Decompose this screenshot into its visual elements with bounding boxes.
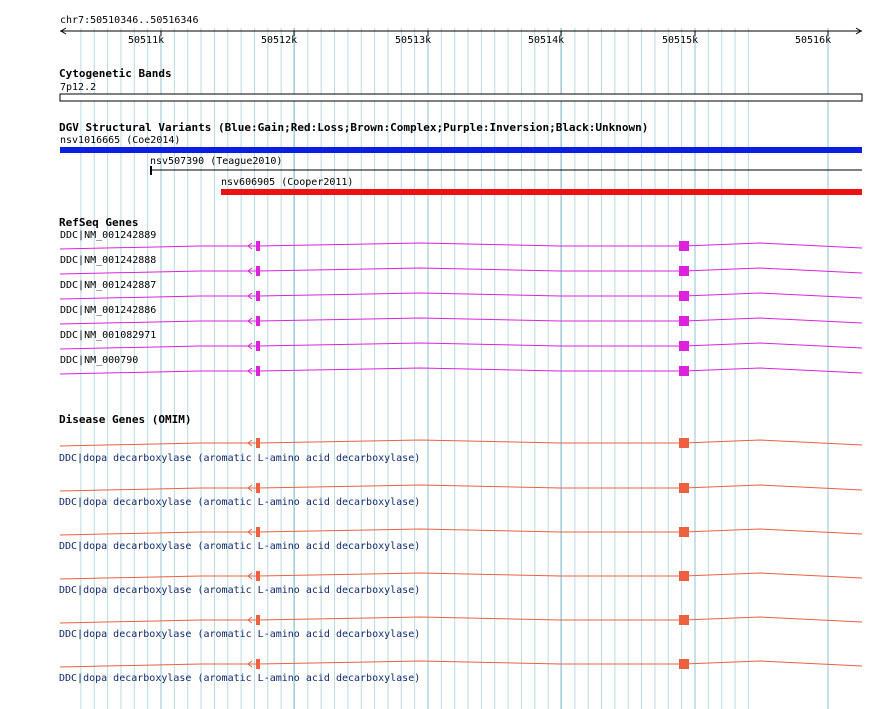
- refseq-track[interactable]: [59, 241, 863, 376]
- intron-line: [59, 572, 863, 580]
- tick-label: 50513k: [395, 35, 432, 46]
- disease-gene-label[interactable]: DDC|dopa decarboxylase (aromatic L-amino…: [59, 453, 420, 464]
- dgv-track-title: DGV Structural Variants (Blue:Gain;Red:L…: [59, 121, 649, 134]
- gene-label[interactable]: DDC|NM_001082971: [60, 330, 156, 341]
- disease-gene-label[interactable]: DDC|dopa decarboxylase (aromatic L-amino…: [59, 541, 420, 552]
- tick-label: 50514k: [528, 35, 565, 46]
- tick-label: 50511k: [128, 35, 165, 46]
- intron-line: [59, 242, 863, 250]
- cytoband-bar: [59, 93, 863, 102]
- cytoband-track-title: Cytogenetic Bands: [59, 67, 172, 80]
- omim-track-title: Disease Genes (OMIM): [59, 413, 192, 426]
- exon-block: [256, 527, 260, 537]
- disease-gene-label[interactable]: DDC|dopa decarboxylase (aromatic L-amino…: [59, 629, 420, 640]
- intron-line: [59, 267, 863, 275]
- omim-transcript: [59, 438, 863, 448]
- refseq-transcript: [59, 366, 863, 376]
- gene-label[interactable]: DDC|NM_000790: [60, 355, 138, 366]
- dgv-track[interactable]: [60, 147, 862, 195]
- exon-block: [256, 266, 260, 276]
- intron-line: [59, 484, 863, 492]
- exon-block: [679, 659, 689, 669]
- exon-block: [256, 341, 260, 351]
- exon-block: [256, 316, 260, 326]
- refseq-transcript: [59, 241, 863, 251]
- intron-line: [59, 439, 863, 447]
- omim-transcript: [59, 483, 863, 493]
- variant-bar-loss: [221, 189, 862, 195]
- exon-block: [679, 438, 689, 448]
- disease-gene-label[interactable]: DDC|dopa decarboxylase (aromatic L-amino…: [59, 585, 420, 596]
- exon-block: [679, 571, 689, 581]
- variant-label[interactable]: nsv1016665 (Coe2014): [60, 135, 180, 146]
- exon-block: [679, 366, 689, 376]
- exon-block: [256, 241, 260, 251]
- intron-line: [59, 317, 863, 325]
- gene-label[interactable]: DDC|NM_001242886: [60, 305, 156, 316]
- refseq-track-title: RefSeq Genes: [59, 216, 139, 229]
- omim-transcript: [59, 615, 863, 625]
- location-label: chr7:50510346..50516346: [60, 15, 199, 26]
- exon-block: [256, 659, 260, 669]
- cytoband-track[interactable]: [59, 93, 863, 102]
- exon-block: [679, 527, 689, 537]
- intron-line: [59, 660, 863, 668]
- exon-block: [679, 291, 689, 301]
- cytoband-label[interactable]: 7p12.2: [60, 82, 96, 93]
- tick-label: 50516k: [795, 35, 832, 46]
- intron-line: [59, 528, 863, 536]
- intron-line: [59, 367, 863, 375]
- exon-block: [256, 438, 260, 448]
- refseq-transcript: [59, 291, 863, 301]
- exon-block: [679, 341, 689, 351]
- genome-browser-view: chr7:50510346..50516346 50511k 50512k 50…: [0, 0, 890, 709]
- omim-transcript: [59, 659, 863, 669]
- exon-block: [679, 316, 689, 326]
- gene-label[interactable]: DDC|NM_001242887: [60, 280, 156, 291]
- gene-label[interactable]: DDC|NM_001242888: [60, 255, 156, 266]
- tick-label: 50512k: [261, 35, 298, 46]
- intron-line: [59, 342, 863, 350]
- exon-block: [679, 615, 689, 625]
- variant-label[interactable]: nsv606905 (Cooper2011): [221, 177, 353, 188]
- ruler[interactable]: [60, 27, 862, 36]
- refseq-transcript: [59, 316, 863, 326]
- disease-gene-label[interactable]: DDC|dopa decarboxylase (aromatic L-amino…: [59, 497, 420, 508]
- variant-label[interactable]: nsv507390 (Teague2010): [150, 156, 282, 167]
- refseq-transcript: [59, 266, 863, 276]
- omim-transcript: [59, 571, 863, 581]
- exon-block: [679, 266, 689, 276]
- exon-block: [256, 571, 260, 581]
- gene-label[interactable]: DDC|NM_001242889: [60, 230, 156, 241]
- refseq-transcript: [59, 341, 863, 351]
- tick-label: 50515k: [662, 35, 699, 46]
- exon-block: [256, 615, 260, 625]
- intron-line: [59, 292, 863, 300]
- variant-bar-gain: [60, 147, 862, 153]
- exon-block: [679, 483, 689, 493]
- exon-block: [679, 241, 689, 251]
- intron-line: [59, 616, 863, 624]
- exon-block: [256, 366, 260, 376]
- omim-transcript: [59, 527, 863, 537]
- exon-block: [256, 483, 260, 493]
- disease-gene-label[interactable]: DDC|dopa decarboxylase (aromatic L-amino…: [59, 673, 420, 684]
- exon-block: [256, 291, 260, 301]
